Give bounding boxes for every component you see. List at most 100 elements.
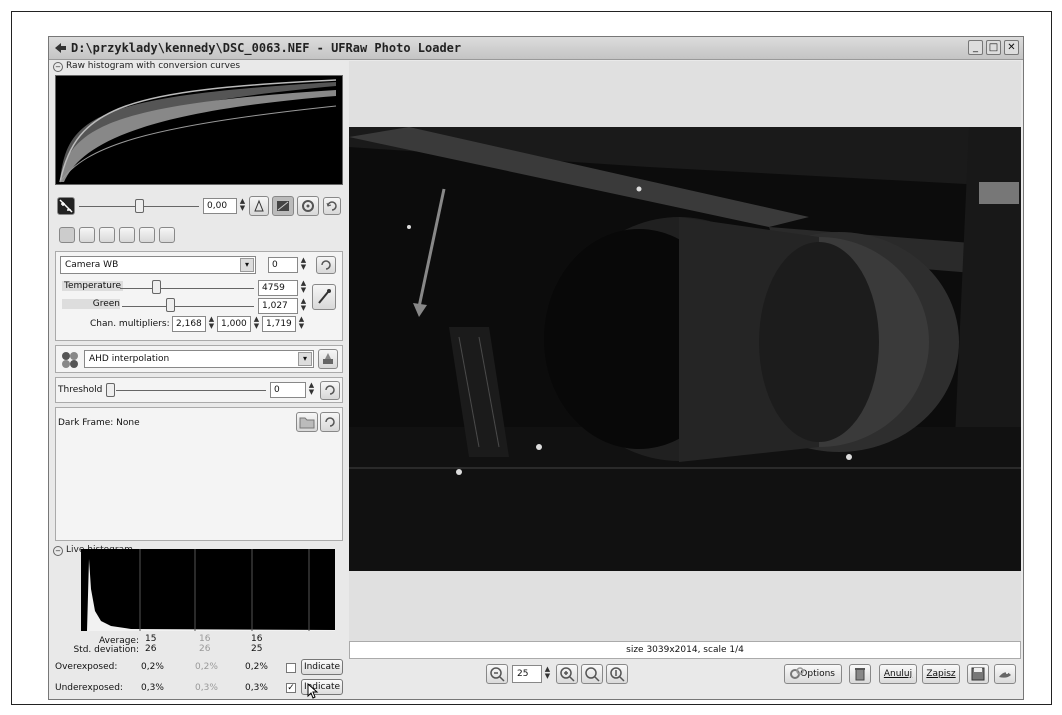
preview-image <box>349 127 1021 571</box>
underexposed-blue: 0,3% <box>245 683 268 693</box>
zoom-in-icon <box>560 667 575 682</box>
zoom-in-button[interactable] <box>556 664 578 684</box>
mouse-cursor-icon <box>307 683 319 699</box>
threshold-reset-icon[interactable] <box>320 381 340 400</box>
status-bar: size 3039x2014, scale 1/4 <box>349 641 1021 659</box>
exposure-icon <box>57 197 75 215</box>
temperature-label: Temperature <box>62 281 124 291</box>
gear-icon[interactable] <box>297 196 319 216</box>
chan-multiplier-red[interactable]: 2,168 <box>172 316 206 332</box>
send-to-gimp-button[interactable] <box>994 664 1016 684</box>
wb-picker-icon[interactable] <box>312 284 336 310</box>
zoom-out-button[interactable] <box>486 664 508 684</box>
chevron-down-icon: ▾ <box>298 352 312 366</box>
dark-frame-label: Dark Frame: None <box>58 418 140 428</box>
white-balance-panel: Camera WB ▾ 0 ▲ ▼ Temperature 4759 ▲ ▼ Gre… <box>55 251 343 341</box>
chan-multiplier-blue-arrows[interactable]: ▲ ▼ <box>297 316 306 332</box>
underexposed-label: Underexposed: <box>55 683 123 693</box>
threshold-slider-thumb[interactable] <box>106 383 115 397</box>
collapse-icon[interactable]: − <box>53 62 63 72</box>
zoom-fit-button[interactable] <box>581 664 603 684</box>
folder-icon[interactable] <box>296 412 318 432</box>
exposure-spin-arrows[interactable]: ▲ ▼ <box>238 198 247 214</box>
wb-fine-tune-arrows[interactable]: ▲ ▼ <box>299 257 308 273</box>
average-green: 16 <box>199 634 211 644</box>
threshold-panel: Threshold 0 ▲ ▼ <box>55 377 343 403</box>
zoom-out-icon <box>490 667 505 682</box>
green-value[interactable]: 1,027 <box>258 298 298 314</box>
wb-reset-icon[interactable] <box>316 256 336 274</box>
wb-preset-select[interactable]: Camera WB ▾ <box>60 256 256 274</box>
correction-tab[interactable] <box>139 227 155 243</box>
exposure-value[interactable]: 0,00 <box>203 198 237 214</box>
threshold-label: Threshold <box>58 385 103 395</box>
zoom-100-icon <box>610 667 625 682</box>
stddev-label: Std. deviation: <box>73 645 139 655</box>
temperature-spin-arrows[interactable]: ▲ ▼ <box>299 280 308 296</box>
floppy-icon <box>971 667 985 681</box>
overexposed-checkbox[interactable] <box>286 663 296 673</box>
minimize-button[interactable]: _ <box>968 40 983 55</box>
underexposed-green: 0,3% <box>195 683 218 693</box>
underexposed-checkbox[interactable]: ✓ <box>286 683 296 693</box>
wb-preset-value: Camera WB <box>65 260 119 270</box>
dark-frame-caption: Dark Frame: <box>58 418 114 428</box>
overexposed-indicate-button[interactable]: Indicate <box>301 659 343 675</box>
clipping-button[interactable] <box>249 196 269 216</box>
maximize-button[interactable]: □ <box>986 40 1001 55</box>
stddev-red: 26 <box>145 644 157 654</box>
chan-multipliers-label: Chan. multipliers: <box>90 319 170 329</box>
interpolation-options-icon[interactable] <box>318 349 338 369</box>
overexposed-red: 0,2% <box>141 662 164 672</box>
delete-button[interactable] <box>849 664 871 684</box>
green-spin-arrows[interactable]: ▲ ▼ <box>299 298 308 314</box>
chan-multiplier-blue[interactable]: 1,719 <box>262 316 296 332</box>
threshold-value[interactable]: 0 <box>270 382 306 398</box>
underexposed-red: 0,3% <box>141 683 164 693</box>
exif-tab[interactable] <box>159 227 175 243</box>
chevron-down-icon: ▾ <box>240 258 254 272</box>
white-balance-tab[interactable] <box>59 227 75 243</box>
interpolation-icon <box>62 352 78 368</box>
temperature-slider-thumb[interactable] <box>152 280 161 294</box>
raw-histogram-header[interactable]: − Raw histogram with conversion curves <box>53 61 240 72</box>
stddev-green: 26 <box>199 644 211 654</box>
green-slider[interactable] <box>122 306 254 307</box>
interpolation-panel: AHD interpolation ▾ <box>55 345 343 373</box>
chan-multiplier-green[interactable]: 1,000 <box>217 316 251 332</box>
threshold-spin-arrows[interactable]: ▲ ▼ <box>307 382 316 398</box>
base-curve-tab[interactable] <box>99 227 115 243</box>
overexposed-green: 0,2% <box>195 662 218 672</box>
chan-multiplier-green-arrows[interactable]: ▲ ▼ <box>252 316 261 332</box>
app-icon <box>55 43 66 53</box>
temperature-value[interactable]: 4759 <box>258 280 298 296</box>
options-button[interactable]: Options <box>784 664 842 684</box>
temperature-slider[interactable] <box>120 288 254 289</box>
wb-fine-tune[interactable]: 0 <box>268 257 298 273</box>
grayscale-tab[interactable] <box>79 227 95 243</box>
interpolation-select[interactable]: AHD interpolation ▾ <box>84 350 314 368</box>
exposure-slider-thumb[interactable] <box>135 199 144 213</box>
dark-frame-reset-icon[interactable] <box>320 412 340 432</box>
overexposed-blue: 0,2% <box>245 662 268 672</box>
photo-preview[interactable] <box>349 127 1021 571</box>
auto-exposure-button[interactable] <box>272 196 294 216</box>
title-bar[interactable]: D:\przyklady\kennedy\DSC_0063.NEF - UFRa… <box>49 37 1023 60</box>
green-slider-thumb[interactable] <box>166 298 175 312</box>
threshold-slider[interactable] <box>116 390 266 391</box>
close-button[interactable]: ✕ <box>1004 40 1019 55</box>
zoom-100-button[interactable] <box>606 664 628 684</box>
reset-icon[interactable] <box>323 197 341 215</box>
zoom-value-input[interactable]: 25 <box>512 665 542 683</box>
color-tab[interactable] <box>119 227 135 243</box>
collapse-icon[interactable]: − <box>53 546 63 556</box>
average-blue: 16 <box>251 634 263 644</box>
zoom-spin-arrows[interactable]: ▲ ▼ <box>543 666 552 682</box>
cancel-button[interactable]: Anuluj <box>879 664 917 684</box>
chan-multiplier-red-arrows[interactable]: ▲ ▼ <box>207 316 216 332</box>
gimp-icon <box>999 672 1011 678</box>
window-title: D:\przyklady\kennedy\DSC_0063.NEF - UFRa… <box>71 41 462 55</box>
save-button[interactable]: Zapisz <box>922 664 960 684</box>
save-as-button[interactable] <box>967 664 989 684</box>
overexposed-label: Overexposed: <box>55 662 118 672</box>
